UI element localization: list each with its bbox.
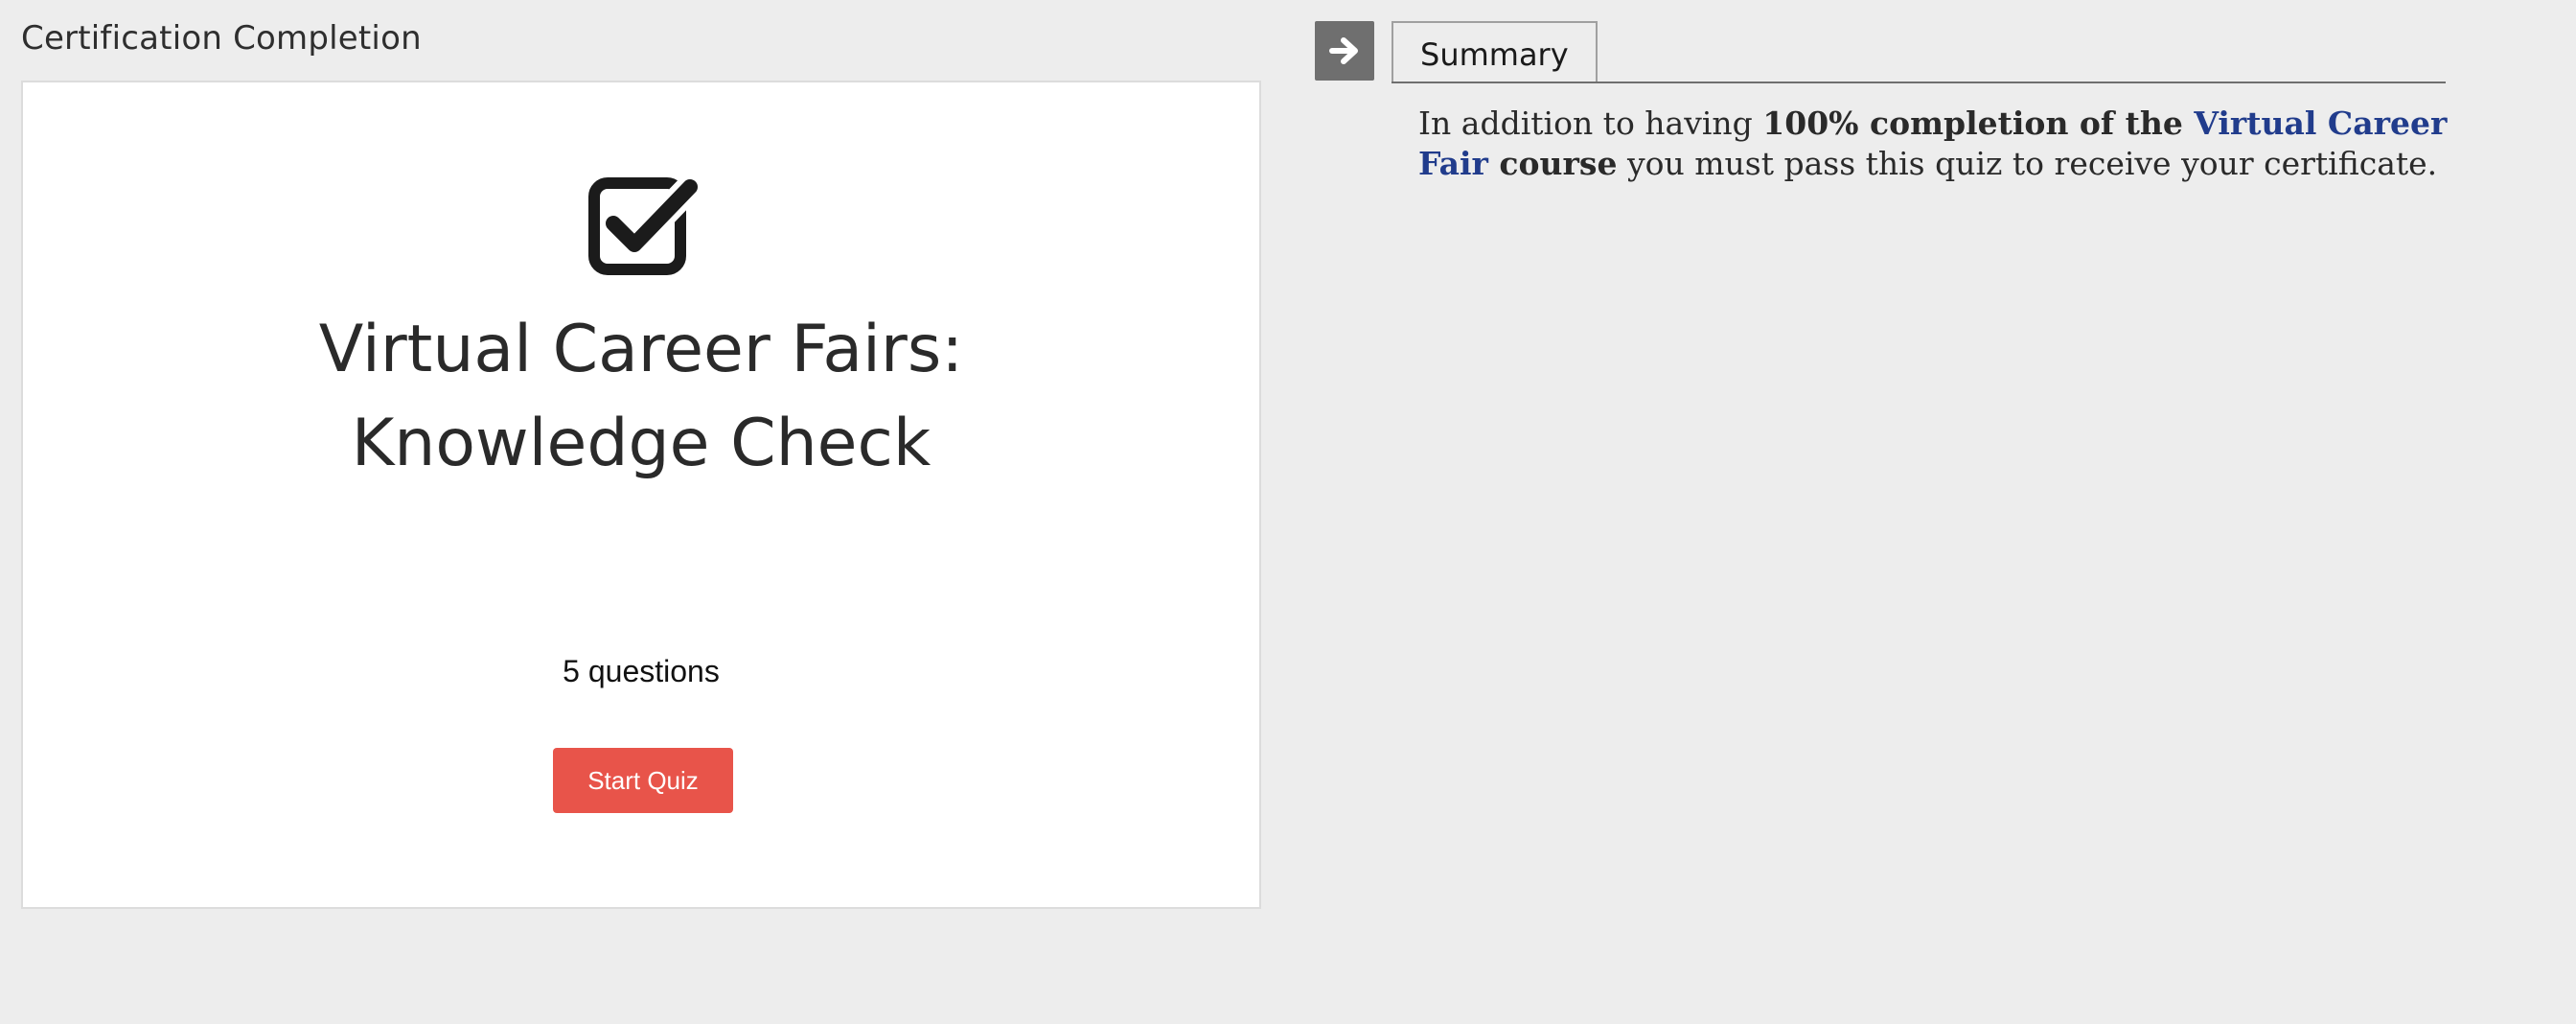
summary-bold-tail: course xyxy=(1487,145,1618,182)
summary-text: In addition to having 100% completion of… xyxy=(1418,104,2453,184)
summary-intro: In addition to having xyxy=(1418,105,1763,142)
tab-summary[interactable]: Summary xyxy=(1392,21,1598,81)
arrow-right-icon[interactable] xyxy=(1315,21,1374,81)
quiz-card: Virtual Career Fairs: Knowledge Check 5 … xyxy=(21,81,1261,909)
summary-bold: 100% completion of the xyxy=(1762,105,2195,142)
question-count: 5 questions xyxy=(563,654,720,688)
summary-ending: you must pass this quiz to receive your … xyxy=(1617,145,2438,182)
tab-strip: Summary xyxy=(1392,21,2446,83)
checkbox-check-icon xyxy=(585,174,709,279)
section-title: Certification Completion xyxy=(21,19,422,58)
start-quiz-button[interactable]: Start Quiz xyxy=(553,748,733,813)
quiz-title: Virtual Career Fairs: Knowledge Check xyxy=(318,312,964,481)
